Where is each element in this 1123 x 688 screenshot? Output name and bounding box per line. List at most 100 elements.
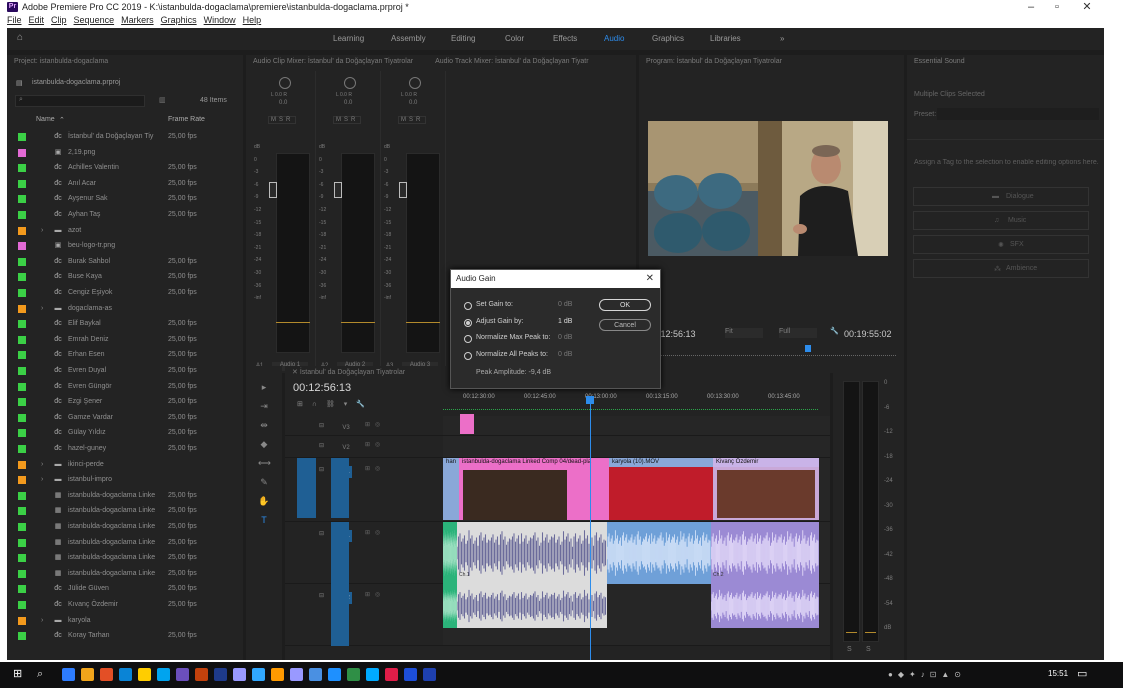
- close-tab-icon[interactable]: ✕: [292, 369, 298, 376]
- project-item[interactable]: ▣ 2,19.png: [7, 145, 243, 161]
- gain-option-radio[interactable]: [464, 335, 472, 343]
- label-color-swatch[interactable]: [18, 476, 26, 485]
- label-color-swatch[interactable]: [18, 133, 26, 141]
- label-color-swatch[interactable]: [18, 242, 26, 251]
- wrench-settings-icon[interactable]: 🔧: [830, 327, 839, 335]
- taskbar-app-icon[interactable]: [176, 668, 189, 681]
- karyola-clip[interactable]: karyola (10).MOV: [609, 458, 713, 520]
- pan-value[interactable]: 0.0: [279, 100, 287, 106]
- label-color-swatch[interactable]: [18, 382, 26, 391]
- project-item[interactable]: ᵭᴄ Emrah Deniz 25,00 fps: [7, 332, 243, 348]
- video-clip-truncated[interactable]: han: [443, 458, 459, 520]
- sync-lock-icon[interactable]: ⊟: [319, 422, 324, 429]
- workspace-more[interactable]: »: [780, 28, 784, 50]
- mute-button[interactable]: M: [271, 117, 279, 123]
- source-patch-v1[interactable]: [297, 458, 316, 518]
- project-item[interactable]: ᵭᴄ Evren Güngör 25,00 fps: [7, 379, 243, 395]
- sort-chevron-icon[interactable]: ⌃: [59, 116, 65, 124]
- project-search-input[interactable]: ⌕: [15, 95, 145, 107]
- project-item[interactable]: ▦ istanbulda-dogaclama Linke 25,00 fps: [7, 503, 243, 519]
- dialogue-tag-button[interactable]: ▬ Dialogue: [913, 187, 1089, 206]
- label-color-swatch[interactable]: [18, 289, 26, 297]
- linked-comp-clip[interactable]: istanbulda-dogaclama Linked Comp 04/dead…: [459, 458, 609, 520]
- taskbar-app-icon[interactable]: [195, 668, 208, 681]
- mute-solo-record-buttons[interactable]: MSR: [398, 116, 427, 124]
- pan-knob-icon[interactable]: [344, 77, 356, 89]
- label-color-swatch[interactable]: [18, 460, 26, 469]
- workspace-graphics[interactable]: Graphics: [652, 28, 684, 50]
- taskbar-app-icon[interactable]: [138, 668, 151, 681]
- razor-icon[interactable]: ◆: [258, 435, 270, 454]
- workspace-effects[interactable]: Effects: [553, 28, 577, 50]
- project-item[interactable]: ᵭᴄ hazel-guney 25,00 fps: [7, 441, 243, 457]
- audio-clip-a2-selected[interactable]: [457, 584, 607, 628]
- track-v2[interactable]: V2 ⊟ ⊞◎: [285, 436, 830, 458]
- project-item[interactable]: › ▬ azot: [7, 223, 243, 239]
- audio-clip-a1-green[interactable]: [443, 522, 457, 584]
- gain-option-label[interactable]: Normalize Max Peak to:: [476, 334, 550, 341]
- selection-tool-icon[interactable]: ▸: [258, 378, 270, 397]
- project-item[interactable]: ᵭᴄ Ayşenur Sak 25,00 fps: [7, 191, 243, 207]
- track-target-toggle[interactable]: V2: [340, 442, 352, 454]
- kivanc-clip[interactable]: Kivanç Özdemir: [713, 458, 819, 520]
- work-area-bar[interactable]: [443, 409, 818, 412]
- bin-expand-chevron-icon[interactable]: ›: [41, 301, 43, 317]
- program-monitor-tab[interactable]: Program: İstanbul' da Doğaçlayan Tiyatro…: [639, 55, 904, 69]
- timeline-playhead[interactable]: [590, 396, 591, 660]
- label-color-swatch[interactable]: [18, 179, 26, 188]
- project-item[interactable]: ᵭᴄ Koray Tarhan 25,00 fps: [7, 628, 243, 644]
- slip-tool-icon[interactable]: ⟷: [258, 454, 271, 473]
- workspace-assembly[interactable]: Assembly: [391, 28, 426, 50]
- project-item[interactable]: ᵭᴄ Evren Duyal 25,00 fps: [7, 363, 243, 379]
- label-color-swatch[interactable]: [18, 335, 26, 344]
- restore-button[interactable]: ▫: [1046, 0, 1068, 14]
- pan-knob-icon[interactable]: [409, 77, 421, 89]
- project-item[interactable]: › ▬ istanbul-impro: [7, 472, 243, 488]
- track-controls[interactable]: ⊞◎: [365, 529, 385, 536]
- timeline-ruler[interactable]: 00:12:30:00 00:12:45:00 00:13:00:00 00:13:1…: [443, 392, 830, 409]
- bin-expand-chevron-icon[interactable]: ›: [41, 223, 43, 239]
- cancel-button[interactable]: Cancel: [599, 319, 651, 331]
- project-item[interactable]: ᵭᴄ Ezgi Şener 25,00 fps: [7, 394, 243, 410]
- marker-icon[interactable]: ▾: [344, 401, 357, 408]
- windows-start-icon[interactable]: ⊞: [13, 669, 24, 680]
- menu-graphics[interactable]: Graphics: [161, 14, 197, 27]
- project-item[interactable]: ᵭᴄ Elif Baykal 25,00 fps: [7, 316, 243, 332]
- track-controls[interactable]: ⊞◎: [365, 591, 385, 598]
- label-color-swatch[interactable]: [18, 273, 26, 282]
- mute-solo-record-buttons[interactable]: MSR: [333, 116, 362, 124]
- taskbar-app-icon[interactable]: [290, 668, 303, 681]
- type-tool-icon[interactable]: T: [258, 511, 270, 530]
- project-item[interactable]: ▦ istanbulda-dogaclama Linke 25,00 fps: [7, 488, 243, 504]
- label-color-swatch[interactable]: [18, 351, 26, 360]
- label-color-swatch[interactable]: [18, 632, 26, 641]
- solo-right-button[interactable]: S: [866, 646, 871, 653]
- sync-lock-icon[interactable]: ⊟: [319, 466, 324, 473]
- menu-help[interactable]: Help: [243, 14, 262, 27]
- taskbar-app-icon[interactable]: [81, 668, 94, 681]
- timeline-timecode[interactable]: 00:12:56:13: [293, 382, 351, 394]
- volume-fader-handle[interactable]: [399, 182, 407, 198]
- close-window-button[interactable]: ✕: [1076, 0, 1098, 14]
- track-target-toggle[interactable]: V3: [340, 422, 352, 434]
- taskbar-app-icon[interactable]: [347, 668, 360, 681]
- project-item[interactable]: ▦ istanbulda-dogaclama Linke 25,00 fps: [7, 519, 243, 535]
- audio-clip-mixer-tab[interactable]: Audio Clip Mixer: İstanbul' da Doğaçlaya…: [253, 58, 413, 65]
- menu-sequence[interactable]: Sequence: [74, 14, 115, 27]
- music-tag-button[interactable]: ♫ Music: [913, 211, 1089, 230]
- bin-expand-chevron-icon[interactable]: ›: [41, 457, 43, 473]
- hand-tool-icon[interactable]: ✋: [258, 492, 270, 511]
- taskbar-app-icon[interactable]: [233, 668, 246, 681]
- pen-tool-icon[interactable]: ✎: [258, 473, 270, 492]
- taskbar-app-icon[interactable]: [214, 668, 227, 681]
- nest-icon[interactable]: ⊞: [297, 401, 312, 408]
- project-item[interactable]: ᵭᴄ Erhan Esen 25,00 fps: [7, 347, 243, 363]
- project-item[interactable]: ᵭᴄ Anıl Acar 25,00 fps: [7, 176, 243, 192]
- label-color-swatch[interactable]: [18, 601, 26, 609]
- solo-button[interactable]: S: [409, 117, 416, 123]
- gain-option-label[interactable]: Adjust Gain by:: [476, 318, 523, 325]
- sync-lock-icon[interactable]: ⊟: [319, 592, 324, 599]
- taskbar-app-icon[interactable]: [366, 668, 379, 681]
- label-color-swatch[interactable]: [18, 398, 26, 407]
- label-color-swatch[interactable]: [18, 538, 26, 547]
